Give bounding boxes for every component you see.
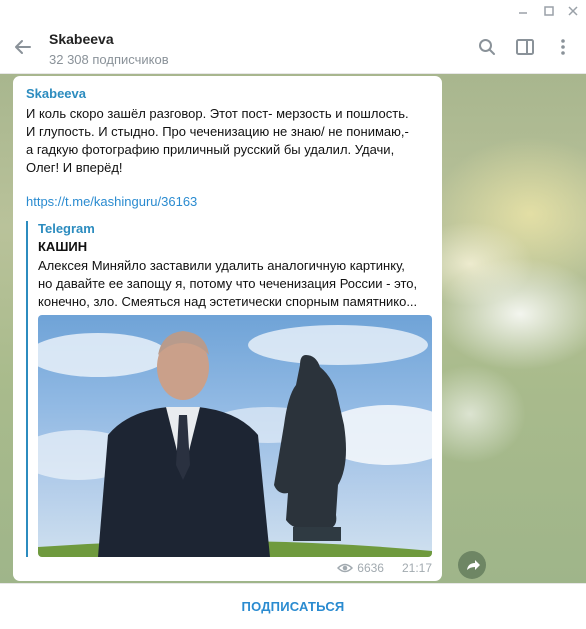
preview-line: конечно, зло. Смеяться над эстетически с… [38,294,418,309]
subscribe-button[interactable]: ПОДПИСАТЬСЯ [242,599,345,614]
preview-source: Telegram [38,221,95,236]
channel-title[interactable]: Skabeeva [49,31,114,47]
minimize-icon[interactable] [514,2,532,20]
preview-photo[interactable] [38,315,432,557]
message-meta: 6636 21:17 [337,561,432,575]
link-preview[interactable]: Telegram КАШИН Алексея Миняйло заставили… [26,221,433,557]
views-eye-icon [337,563,354,573]
more-vertical-icon[interactable] [552,36,574,58]
maximize-icon[interactable] [540,2,558,20]
subscriber-count: 32 308 подписчиков [49,52,169,67]
preview-title: КАШИН [38,239,88,254]
message-text: И коль скоро зашёл разговор. Этот пост- … [26,106,409,175]
preview-line: но давайте ее запощу я, потому что чечен… [38,276,418,291]
preview-line: Алексея Миняйло заставили удалить аналог… [38,258,405,273]
message-time: 21:17 [401,561,432,575]
close-icon[interactable] [564,2,582,20]
bottom-bar: ПОДПИСАТЬСЯ [0,583,586,629]
message-link[interactable]: https://t.me/kashinguru/36163 [26,194,197,209]
search-icon[interactable] [476,36,498,58]
views-count: 6636 [357,561,384,575]
back-arrow-icon[interactable] [12,36,34,58]
window-title-bar [0,0,586,22]
preview-text: Алексея Миняйло заставили удалить аналог… [38,257,433,311]
share-button[interactable] [458,551,486,579]
message-author[interactable]: Skabeeva [26,86,86,101]
chat-header: Skabeeva 32 308 подписчиков [0,22,586,74]
side-panel-icon[interactable] [514,36,536,58]
message-bubble: Skabeeva И коль скоро зашёл разговор. Эт… [13,76,442,581]
chat-background: Skabeeva И коль скоро зашёл разговор. Эт… [0,74,586,583]
share-arrow-icon [467,560,480,570]
